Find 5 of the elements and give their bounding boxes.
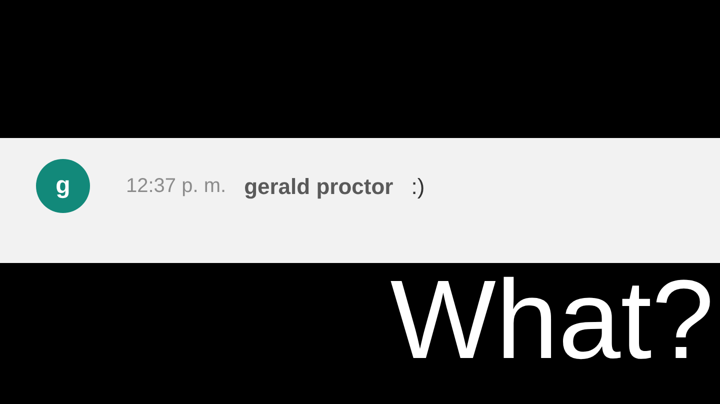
comment-text: :) — [411, 172, 425, 200]
caption: What? — [390, 264, 714, 376]
avatar: g — [36, 159, 90, 213]
comment-time: 12:37 p. m. — [126, 174, 226, 199]
comment-author: gerald proctor — [244, 172, 394, 201]
